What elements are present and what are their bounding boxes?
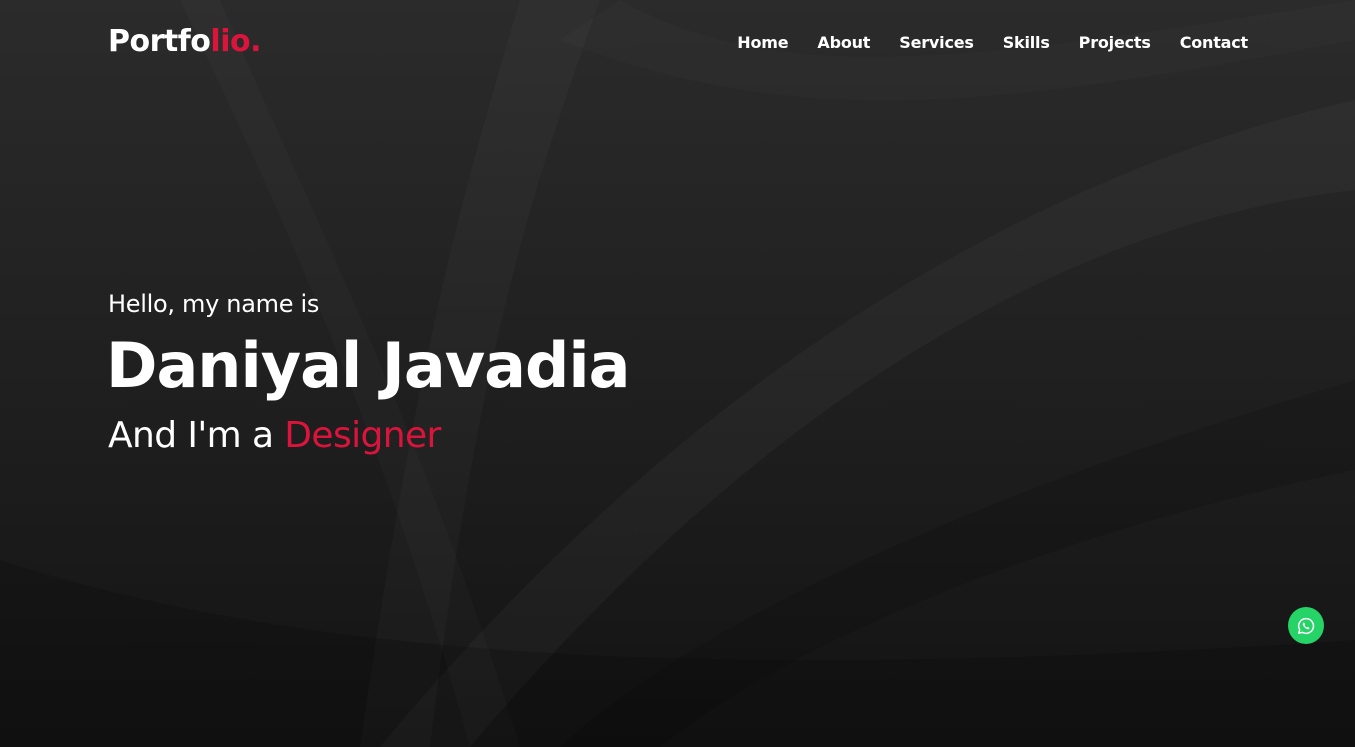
logo[interactable]: Portfolio. [108,24,261,59]
nav-contact-link[interactable]: Contact [1180,33,1249,52]
hero-name: Daniyal Javadia [106,329,630,402]
nav-skills-link[interactable]: Skills [1003,33,1050,52]
nav-about-link[interactable]: About [817,33,870,52]
nav-services-link[interactable]: Services [899,33,974,52]
whatsapp-icon [1297,617,1315,634]
hero-role-highlight: Designer [284,415,441,456]
nav-home-link[interactable]: Home [737,33,788,52]
whatsapp-button[interactable] [1288,607,1324,644]
hero-role: And I'm a Designer [108,413,441,459]
hero-section: Portfolio. Home About Services Skills Pr… [0,0,1355,747]
logo-text: Portfo [108,24,211,59]
nav-projects-link[interactable]: Projects [1079,33,1151,52]
hero-role-prefix: And I'm a [108,415,285,456]
main-nav: Home About Services Skills Projects Cont… [737,33,1248,52]
hero-greeting: Hello, my name is [108,290,320,318]
logo-accent-text: lio. [210,24,261,59]
